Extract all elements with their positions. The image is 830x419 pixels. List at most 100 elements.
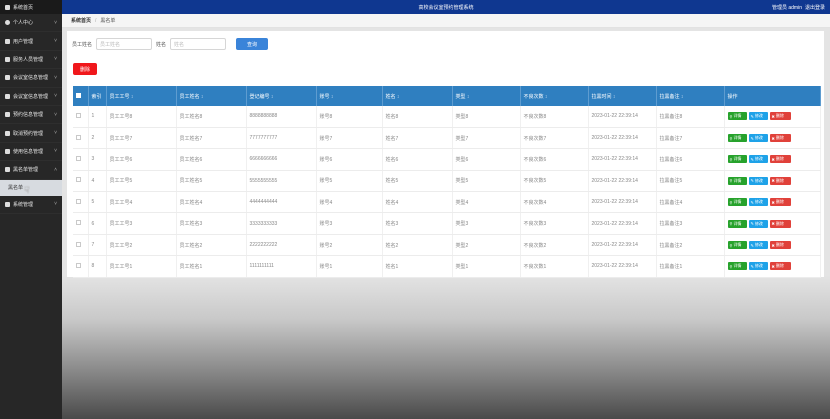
row-checkbox[interactable] — [76, 198, 81, 204]
delete-button[interactable]: ✖ 删除 — [769, 198, 791, 207]
logout-link[interactable]: 退出登录 — [805, 4, 825, 11]
sidebar-item-system[interactable]: 系统管理 ˅ — [0, 196, 62, 214]
column-header: 索引 — [88, 86, 107, 106]
column-header[interactable]: 拉黑备注 ↕ — [656, 86, 725, 106]
row-checkbox[interactable] — [76, 112, 81, 118]
edit-icon: ✎ — [750, 263, 754, 269]
edit-button[interactable]: ✎ 修改 — [748, 155, 768, 164]
employee-name-input[interactable]: 员工姓名 — [96, 38, 153, 50]
sidebar-item[interactable]: 会议室信息管理 ˅ — [0, 69, 62, 88]
delete-button-label: 删除 — [775, 242, 784, 248]
column-header[interactable]: 员工工号 ↕ — [106, 86, 177, 106]
sort-icon[interactable]: ↕ — [613, 94, 616, 100]
table-cell: 拉黑备注8 — [656, 106, 725, 128]
sidebar-item[interactable]: 会议室信息管理 ˅ — [0, 88, 62, 106]
column-header[interactable]: 账号 ↕ — [316, 86, 383, 106]
row-checkbox[interactable] — [76, 262, 81, 268]
sidebar-home[interactable]: 系统首页 — [0, 0, 62, 14]
delete-button[interactable]: ✖ 删除 — [769, 241, 791, 250]
column-header-label: 拉黑时间 — [591, 93, 612, 100]
table-row: 1 员工工号8 员工姓名8 8888888888 账号8 姓名8 类型8 不良次数8 2023-… — [73, 106, 821, 128]
edit-button[interactable]: ✎ 修改 — [748, 176, 768, 185]
sidebar: 系统首页 个人中心 ˅ 用户管理 ˅ 服务人员管理 ˅ 会议室信息管理 ˅ 会议… — [0, 0, 62, 419]
delete-button[interactable]: ✖ 删除 — [769, 155, 791, 164]
view-button[interactable]: ⚲ 详情 — [727, 112, 747, 121]
view-button[interactable]: ⚲ 详情 — [727, 241, 747, 250]
sidebar-item[interactable]: 取消预约管理 ˅ — [0, 124, 62, 143]
edit-button[interactable]: ✎ 修改 — [748, 241, 768, 250]
column-header[interactable]: 员工姓名 ↕ — [176, 86, 247, 106]
search-button[interactable]: 查询 — [236, 38, 269, 50]
sort-icon[interactable]: ↕ — [271, 94, 274, 100]
app-title: 高校会议室预约管理系统 — [418, 4, 474, 11]
table-cell: 员工工号8 — [106, 106, 177, 128]
sidebar-home-label: 系统首页 — [13, 4, 34, 11]
delete-button[interactable]: ✖ 删除 — [769, 262, 791, 271]
delete-button[interactable]: ✖ 删除 — [769, 134, 791, 143]
sort-icon[interactable]: ↕ — [545, 94, 548, 100]
sidebar-item[interactable]: 用户管理 ˅ — [0, 32, 62, 51]
column-header-label: 账号 — [319, 93, 330, 100]
table-row: 8 员工工号1 员工姓名1 1111111111 账号1 姓名1 类型1 不良次数1 2023-… — [73, 255, 821, 278]
sort-icon[interactable]: ↕ — [331, 94, 334, 100]
edit-button[interactable]: ✎ 修改 — [748, 219, 768, 228]
sort-icon[interactable]: ↕ — [201, 94, 204, 100]
table-cell: 1111111111 — [246, 255, 317, 278]
sort-icon[interactable]: ↕ — [397, 94, 400, 100]
row-checkbox[interactable] — [76, 241, 81, 247]
view-button[interactable]: ⚲ 详情 — [727, 176, 747, 185]
view-button[interactable]: ⚲ 详情 — [727, 134, 747, 143]
column-header[interactable]: 拉黑时间 ↕ — [588, 86, 657, 106]
row-checkbox[interactable] — [76, 134, 81, 140]
table-cell: 账号4 — [316, 191, 383, 214]
column-header[interactable]: 姓名 ↕ — [382, 86, 453, 106]
name-input[interactable]: 姓名 — [170, 38, 227, 50]
edit-button[interactable]: ✎ 修改 — [748, 198, 768, 207]
search-icon: ⚲ — [729, 178, 733, 184]
view-button[interactable]: ⚲ 详情 — [727, 198, 747, 207]
edit-button-label: 修改 — [754, 242, 763, 248]
view-button-label: 详情 — [733, 113, 742, 119]
table-cell: 员工姓名1 — [176, 255, 247, 278]
sidebar-item[interactable]: 个人中心 ˅ — [0, 14, 62, 33]
sidebar-item[interactable]: 预约信息管理 ˅ — [0, 106, 62, 125]
table-cell: 员工工号6 — [106, 148, 177, 171]
select-all-checkbox[interactable] — [76, 92, 81, 98]
table-cell: 类型2 — [452, 234, 521, 257]
delete-button[interactable]: ✖ 删除 — [769, 176, 791, 185]
row-checkbox[interactable] — [76, 177, 81, 183]
table-cell: 1 — [88, 106, 107, 128]
sort-icon[interactable]: ↕ — [681, 94, 684, 100]
user-group-icon — [5, 38, 10, 44]
chevron-up-icon: ˄ — [54, 166, 57, 173]
row-checkbox[interactable] — [76, 155, 81, 161]
row-select-cell — [73, 234, 89, 257]
breadcrumb-home[interactable]: 系统首页 — [71, 17, 91, 24]
field2-label: 姓名 — [156, 41, 167, 48]
view-button[interactable]: ⚲ 详情 — [727, 155, 747, 164]
table-cell: 拉黑备注5 — [656, 170, 725, 193]
sidebar-subitem-blacklist[interactable]: 黑名单 ☟ — [0, 179, 62, 196]
column-header[interactable]: 类型 ↕ — [452, 86, 521, 106]
edit-button[interactable]: ✎ 修改 — [748, 112, 768, 121]
view-button[interactable]: ⚲ 详情 — [727, 262, 747, 271]
batch-delete-button[interactable]: 删除 — [73, 63, 97, 75]
sidebar-item[interactable]: 黑名单管理 ˄ — [0, 161, 62, 180]
edit-button[interactable]: ✎ 修改 — [748, 262, 768, 271]
sort-icon[interactable]: ↕ — [467, 94, 470, 100]
table-cell: 账号7 — [316, 127, 383, 150]
row-checkbox[interactable] — [76, 220, 81, 226]
column-header[interactable]: 不良次数 ↕ — [520, 86, 589, 106]
delete-button[interactable]: ✖ 删除 — [769, 112, 791, 121]
table-cell: 拉黑备注1 — [656, 255, 725, 278]
sort-icon[interactable]: ↕ — [131, 94, 134, 100]
sidebar-item-label: 用户管理 — [13, 38, 34, 45]
delete-button[interactable]: ✖ 删除 — [769, 219, 791, 228]
table-cell: 5 — [88, 191, 107, 214]
sidebar-item[interactable]: 使用信息管理 ˅ — [0, 143, 62, 162]
edit-button[interactable]: ✎ 修改 — [748, 134, 768, 143]
table-row: 4 员工工号5 员工姓名5 5555555555 账号5 姓名5 类型5 不良次数5 2023-… — [73, 170, 821, 193]
column-header[interactable]: 登记编号 ↕ — [246, 86, 317, 106]
view-button[interactable]: ⚲ 详情 — [727, 219, 747, 228]
sidebar-item[interactable]: 服务人员管理 ˅ — [0, 51, 62, 70]
